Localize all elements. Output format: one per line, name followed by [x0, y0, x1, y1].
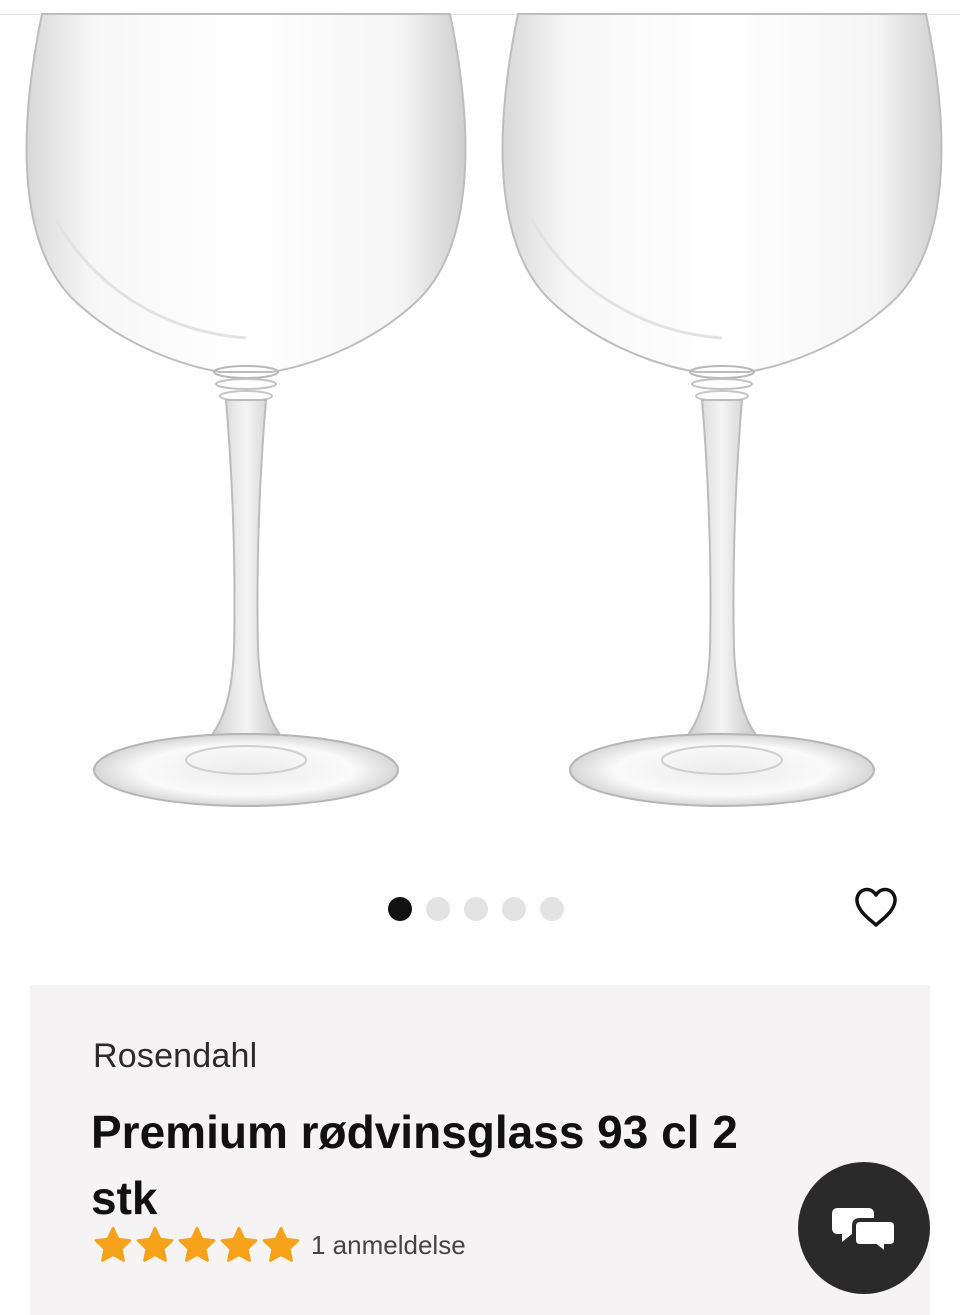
brand-name[interactable]: Rosendahl: [93, 1037, 257, 1076]
gallery-pagination: [388, 896, 564, 922]
product-rating[interactable]: 1 anmeldelse: [93, 1225, 466, 1265]
gallery-dot-5[interactable]: [540, 897, 564, 921]
star-icon: [262, 1226, 300, 1262]
gallery-dot-3[interactable]: [464, 897, 488, 921]
star-icon: [178, 1226, 216, 1262]
rating-stars: [93, 1225, 301, 1265]
star-icon: [136, 1226, 174, 1262]
product-title: Premium rødvinsglass 93 cl 2 stk: [91, 1106, 738, 1224]
star-icon: [94, 1226, 132, 1262]
heart-outline-icon: [855, 887, 897, 927]
chat-bubbles-icon: [832, 1208, 896, 1254]
gallery-dot-4[interactable]: [502, 897, 526, 921]
product-image-gallery[interactable]: [0, 0, 960, 860]
review-count[interactable]: 1 anmeldelse: [311, 1230, 466, 1261]
wine-glasses-image: [25, 12, 943, 808]
chat-button[interactable]: [798, 1162, 930, 1294]
star-icon: [220, 1226, 258, 1262]
gallery-dot-2[interactable]: [426, 897, 450, 921]
gallery-dot-1[interactable]: [388, 897, 412, 921]
favorite-button[interactable]: [852, 884, 900, 932]
product-info-card: Rosendahl Premium rødvinsglass 93 cl 2 s…: [30, 985, 930, 1315]
